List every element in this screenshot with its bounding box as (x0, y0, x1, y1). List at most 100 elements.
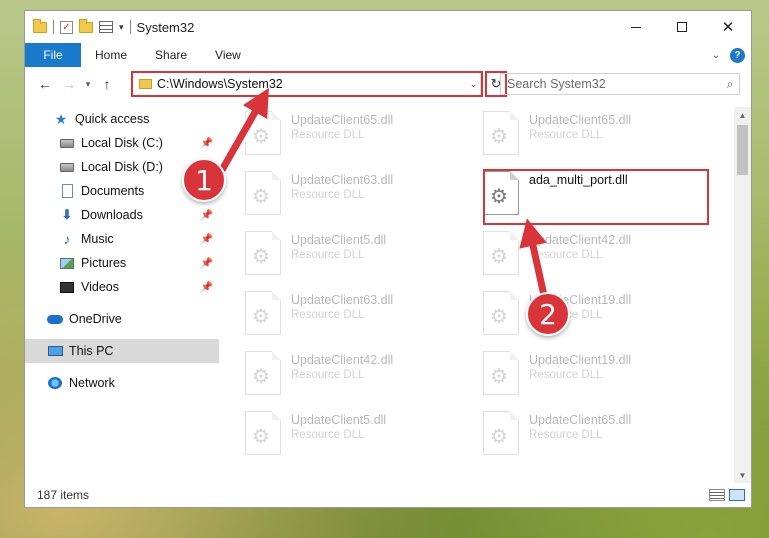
toolbar-divider (53, 20, 54, 34)
pin-icon[interactable]: 📌 (201, 234, 213, 245)
file-type: Resource DLL (291, 249, 365, 261)
window-controls: ✕ (613, 11, 751, 43)
sidebar-item-local-disk-c[interactable]: Local Disk (C:) 📌 (25, 131, 219, 155)
help-icon[interactable]: ? (730, 47, 745, 63)
pin-icon[interactable]: 📌 (201, 210, 213, 221)
sidebar-item-label: Videos (81, 280, 119, 294)
dll-file-icon (245, 411, 281, 455)
scroll-thumb[interactable] (737, 125, 748, 175)
tab-share[interactable]: Share (141, 43, 201, 67)
tab-view[interactable]: View (201, 43, 255, 67)
navigation-bar: ← → ▾ ↑ C:\Windows\System32 ⌄ ↻ Search S… (25, 67, 751, 101)
search-input[interactable]: Search System32 ⌕ (500, 73, 740, 95)
sidebar-item-onedrive[interactable]: OneDrive (25, 307, 219, 331)
maximize-button[interactable] (659, 11, 705, 43)
download-icon: ⬇ (61, 207, 73, 222)
scroll-up-icon[interactable]: ▲ (734, 107, 751, 123)
sidebar-item-network[interactable]: Network (25, 371, 219, 395)
sidebar-item-label: Pictures (81, 256, 127, 270)
sidebar-item-label: Downloads (81, 208, 143, 222)
dll-file-icon (483, 111, 519, 155)
sidebar-item-downloads[interactable]: ⬇ Downloads 📌 (25, 203, 219, 227)
new-folder-icon[interactable] (79, 18, 93, 33)
sidebar-item-label: Local Disk (C:) (81, 136, 163, 150)
tab-home[interactable]: Home (81, 43, 141, 67)
file-item[interactable]: UpdateClient63.dll Resource DLL (245, 171, 465, 223)
drive-icon (59, 160, 75, 174)
title-bar: ✓ ▾ System32 ✕ (25, 11, 751, 43)
sidebar-item-pictures[interactable]: Pictures 📌 (25, 251, 219, 275)
folder-icon (139, 79, 152, 89)
file-type: Resource DLL (529, 369, 603, 381)
pin-icon[interactable]: 📌 (201, 138, 213, 149)
drive-icon (59, 136, 75, 150)
scroll-down-icon[interactable]: ▼ (734, 467, 751, 483)
sidebar-item-label: Documents (81, 184, 145, 198)
file-name: UpdateClient63.dll (291, 293, 394, 307)
dll-file-icon (483, 411, 519, 455)
file-item[interactable]: UpdateClient5.dll Resource DLL (245, 411, 465, 463)
step-2-badge: 2 (526, 292, 570, 336)
file-item[interactable]: UpdateClient19.dll Resource DLL (483, 351, 703, 403)
file-item[interactable]: UpdateClient63.dll Resource DLL (245, 291, 465, 343)
dll-file-icon (245, 231, 281, 275)
pictures-icon (59, 256, 75, 270)
forward-button[interactable]: → (57, 76, 81, 92)
pin-icon[interactable]: 📌 (201, 282, 213, 293)
sidebar-item-label: Local Disk (D:) (81, 160, 163, 174)
file-item[interactable]: UpdateClient65.dll Resource DLL (483, 111, 703, 163)
documents-icon (59, 184, 75, 198)
sidebar-item-label: Quick access (75, 112, 150, 126)
close-button[interactable]: ✕ (705, 11, 751, 43)
file-explorer-window: ✓ ▾ System32 ✕ File Home Share View ⌄ ? … (24, 10, 752, 508)
back-button[interactable]: ← (33, 76, 57, 92)
details-view-icon[interactable] (709, 489, 725, 501)
step-1-badge: 1 (182, 158, 226, 202)
sidebar-item-quick-access[interactable]: ★ Quick access (25, 107, 219, 131)
minimize-icon (631, 26, 641, 28)
search-icon[interactable]: ⌕ (721, 77, 739, 92)
file-list: UpdateClient65.dll Resource DLL UpdateCli… (221, 107, 733, 483)
file-item[interactable]: UpdateClient19.dllResource DLL (483, 291, 703, 343)
sidebar-item-videos[interactable]: Videos 📌 (25, 275, 219, 299)
address-path[interactable]: C:\Windows\System32 (157, 77, 467, 91)
properties-check-icon[interactable]: ✓ (60, 20, 73, 34)
pin-icon[interactable]: 📌 (201, 258, 213, 269)
file-type: Resource DLL (291, 429, 365, 441)
file-item[interactable]: UpdateClient65.dll Resource DLL (245, 111, 465, 163)
star-icon: ★ (54, 110, 68, 127)
large-icons-view-icon[interactable] (729, 489, 745, 501)
file-item[interactable]: UpdateClient5.dll Resource DLL (245, 231, 465, 283)
toolbar-dropdown-icon[interactable]: ▾ (119, 22, 124, 33)
music-icon: ♪ (63, 231, 71, 247)
recent-locations-button[interactable]: ▾ (81, 79, 95, 90)
close-icon: ✕ (721, 19, 735, 36)
sidebar-item-music[interactable]: ♪ Music 📌 (25, 227, 219, 251)
minimize-button[interactable] (613, 11, 659, 43)
dll-file-icon (245, 351, 281, 395)
file-name: UpdateClient63.dll (291, 173, 394, 187)
file-type: Resource DLL (291, 309, 365, 321)
file-name: UpdateClient65.dll (291, 113, 394, 127)
folder-icon (33, 18, 47, 33)
expand-ribbon-icon[interactable]: ⌄ (712, 50, 720, 61)
tab-file[interactable]: File (25, 43, 81, 67)
file-name: UpdateClient5.dll (291, 413, 387, 427)
vertical-scrollbar[interactable]: ▲ ▼ (734, 107, 751, 483)
dll-file-icon (483, 231, 519, 275)
quick-access-toolbar: ✓ ▾ (25, 18, 131, 34)
up-button[interactable]: ↑ (95, 76, 119, 92)
file-item[interactable]: UpdateClient42.dll Resource DLL (245, 351, 465, 403)
file-name: UpdateClient19.dll (529, 353, 632, 367)
sidebar-item-label: OneDrive (69, 312, 122, 326)
file-item[interactable]: UpdateClient65.dll Resource DLL (483, 411, 703, 463)
address-dropdown-button[interactable]: ⌄ (467, 73, 481, 95)
sidebar-item-this-pc[interactable]: This PC (25, 339, 219, 363)
file-item[interactable]: UpdateClient42.dll Resource DLL (483, 231, 703, 283)
address-bar[interactable]: C:\Windows\System32 ⌄ (131, 71, 483, 97)
file-type: Resource DLL (529, 429, 603, 441)
file-name: UpdateClient42.dll (291, 353, 394, 367)
file-type: Resource DLL (291, 129, 365, 141)
dll-file-icon (483, 291, 519, 335)
customize-toolbar-icon[interactable] (99, 21, 113, 33)
